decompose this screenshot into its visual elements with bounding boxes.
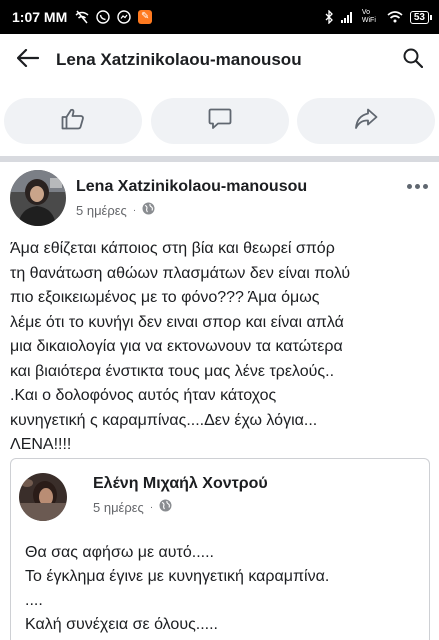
action-bar [0, 86, 439, 156]
shared-post-author[interactable]: Ελένη Μιχαήλ Χοντρού [93, 475, 268, 493]
shared-post-body: Θα σας αφήσω με αυτό..... Το έγκλημα έγι… [25, 541, 329, 637]
shared-post-header: Ελένη Μιχαήλ Χοντρού 5 ημέρες · [19, 473, 268, 521]
shared-avatar[interactable] [19, 473, 67, 521]
meta-separator: · [132, 204, 137, 216]
back-button[interactable] [0, 34, 56, 86]
post-meta: Lena Xatzinikolaou-manousou 5 ημέρες · [76, 178, 307, 218]
app-notification-icon: ✎ [138, 10, 153, 24]
share-arrow-icon [354, 108, 378, 135]
viber-icon [96, 10, 110, 24]
post-author[interactable]: Lena Xatzinikolaou-manousou [76, 178, 307, 196]
app-bar: Lena Xatzinikolaou-manousou [0, 34, 439, 86]
status-right-icons: Vo WiFi 53 [324, 9, 433, 25]
post-body: Άμα εθίζεται κάποιος στη βία και θεωρεί … [10, 237, 430, 458]
post-text-line: λέμε ότι το κυνήγι δεν ειναι σπορ και εί… [10, 313, 344, 331]
post-text-line: και βιαιότερα ένστικτα τους μας λένε τρε… [10, 362, 335, 380]
globe-icon [142, 202, 155, 218]
shared-text-line: Το έγκλημα έγινε με κυνηγετική καραμπίνα… [25, 568, 330, 585]
share-button[interactable] [297, 98, 435, 144]
more-options-button[interactable] [405, 178, 429, 194]
shared-text-line: Θα σας αφήσω με αυτό..... [25, 544, 214, 561]
post-text-line: πιο εξοικειωμένος με το φόνο??? Άμα όμως [10, 289, 320, 306]
like-button[interactable] [4, 98, 142, 144]
post-text-line: μια δικαιολογία για να εκτονωνουν τα κατ… [10, 338, 343, 355]
shared-post-time-row: 5 ημέρες · [93, 499, 268, 515]
status-left-icons: ✎ [75, 10, 153, 24]
search-button[interactable] [387, 34, 439, 86]
post-text-line: ΛΕΝΑ!!!! [10, 436, 72, 453]
wifi-icon [387, 11, 403, 23]
status-time: 1:07 MM [12, 9, 68, 25]
shared-post-meta: Ελένη Μιχαήλ Χοντρού 5 ημέρες · [93, 475, 268, 515]
comment-button[interactable] [150, 98, 289, 144]
search-icon [403, 48, 424, 73]
vowifi-label: Vo WiFi [361, 9, 376, 24]
post-card: Lena Xatzinikolaou-manousou 5 ημέρες · Ά… [0, 162, 439, 640]
more-dots-icon [406, 183, 412, 189]
post-time[interactable]: 5 ημέρες [76, 203, 127, 218]
bluetooth-icon [324, 10, 334, 24]
post-text-line: τη θανάτωση αθώων πλασμάτων δεν είναι πο… [10, 264, 351, 282]
shared-post-time[interactable]: 5 ημέρες [93, 500, 144, 515]
messenger-icon [117, 10, 131, 24]
globe-icon [159, 499, 172, 515]
arrow-left-icon [16, 48, 40, 72]
avatar[interactable] [10, 170, 66, 226]
meta-separator: · [149, 501, 154, 513]
signal-icon [340, 11, 355, 23]
speech-bubble-icon [208, 108, 232, 135]
thumbs-up-icon [61, 108, 85, 135]
battery-indicator: 53 [409, 10, 433, 24]
post-text-line: Άμα εθίζεται κάποιος στη βία και θεωρεί … [10, 240, 335, 257]
status-bar: 1:07 MM ✎ Vo WiFi 53 [0, 0, 439, 34]
shared-text-line: Καλή συνέχεια σε όλους..... [25, 616, 218, 633]
shared-post-card[interactable]: Ελένη Μιχαήλ Χοντρού 5 ημέρες · Θα σας α… [10, 458, 430, 640]
page-title: Lena Xatzinikolaou-manousou [56, 50, 302, 69]
post-time-row: 5 ημέρες · [76, 202, 307, 218]
wifi-off-icon [75, 10, 89, 24]
shared-text-line: .... [25, 592, 43, 609]
post-text-line: κυνηγετική ς καραμπίνας....Δεν έχω λόγια… [10, 411, 318, 429]
post-header: Lena Xatzinikolaou-manousou 5 ημέρες · [10, 170, 307, 226]
post-text-line: .Και ο δολοφόνος αυτός ήταν κάτοχος [10, 387, 277, 404]
